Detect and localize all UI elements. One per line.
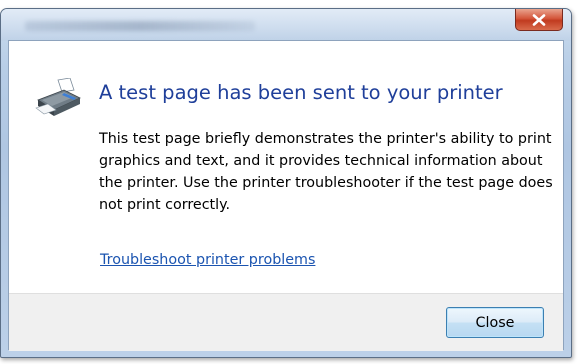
- dialog-window: A test page has been sent to your printe…: [0, 8, 572, 358]
- title-bar[interactable]: [1, 9, 571, 41]
- printer-icon: [35, 78, 81, 116]
- window-title: [25, 21, 255, 31]
- dialog-body-text: This test page briefly demonstrates the …: [99, 131, 553, 213]
- troubleshoot-printer-link[interactable]: Troubleshoot printer problems: [100, 252, 315, 268]
- dialog-footer: Close: [9, 293, 563, 351]
- dialog-content: A test page has been sent to your printe…: [9, 41, 563, 293]
- close-icon: [532, 13, 546, 26]
- window-close-button[interactable]: [515, 9, 563, 31]
- dialog-client-area: A test page has been sent to your printe…: [8, 40, 564, 351]
- dialog-heading: A test page has been sent to your printe…: [99, 81, 503, 104]
- close-button[interactable]: Close: [446, 307, 544, 338]
